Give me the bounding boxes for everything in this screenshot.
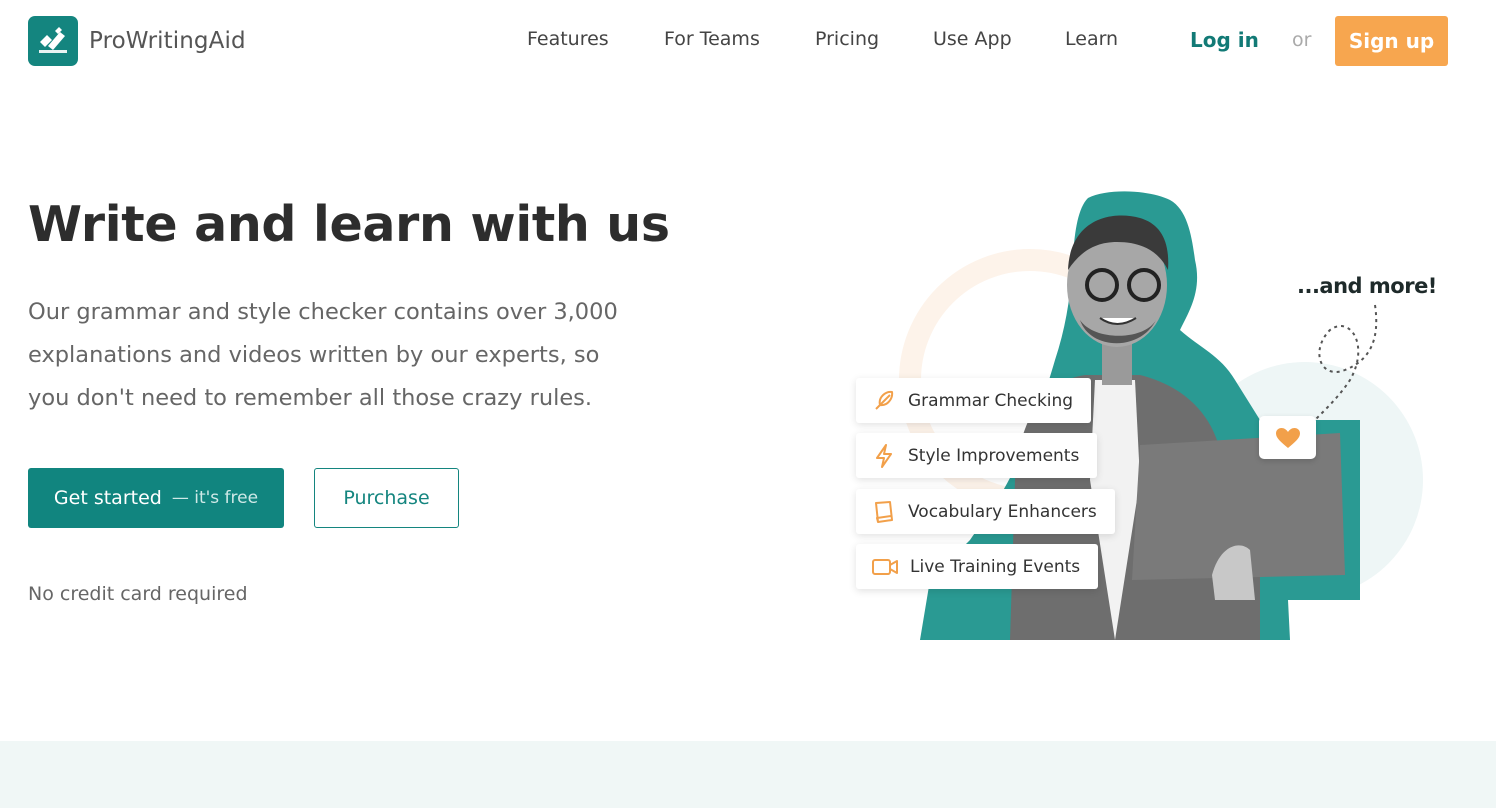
free-note: — it's free	[171, 488, 259, 508]
nav-use-app[interactable]: Use App	[933, 28, 1012, 50]
or-separator: or	[1292, 29, 1312, 51]
brand-name: ProWritingAid	[89, 28, 246, 54]
hero-subtitle: Our grammar and style checker contains o…	[28, 299, 618, 411]
feature-label: Live Training Events	[910, 556, 1081, 577]
logo-link[interactable]: ProWritingAid	[28, 16, 246, 66]
book-icon	[875, 500, 893, 523]
signup-button[interactable]: Sign up	[1335, 16, 1448, 66]
logo-icon	[28, 16, 78, 66]
nav-learn[interactable]: Learn	[1065, 28, 1118, 50]
feature-label: Style Improvements	[908, 445, 1080, 466]
heart-card	[1259, 416, 1316, 459]
feature-vocabulary-enhancers: Vocabulary Enhancers	[856, 489, 1115, 534]
nav-features[interactable]: Features	[527, 28, 609, 50]
nav-pricing[interactable]: Pricing	[815, 28, 879, 50]
feature-style-improvements: Style Improvements	[856, 433, 1098, 478]
get-started-button[interactable]: Get started — it's free	[28, 468, 284, 528]
login-link[interactable]: Log in	[1190, 28, 1259, 52]
site-header: ProWritingAid Features For Teams Pricing…	[0, 0, 1496, 82]
hero-title: Write and learn with us	[28, 196, 670, 253]
lightning-icon	[876, 443, 892, 468]
feature-label: Grammar Checking	[908, 390, 1074, 411]
no-credit-card-note: No credit card required	[28, 583, 248, 605]
feature-live-training-events: Live Training Events	[856, 544, 1099, 589]
feather-icon	[875, 390, 894, 410]
get-started-label: Get started	[53, 487, 162, 509]
heart-icon	[1275, 427, 1300, 448]
and-more-text: ...and more!	[1297, 274, 1437, 298]
bottom-band	[0, 741, 1496, 808]
purchase-button[interactable]: Purchase	[314, 468, 459, 528]
nav-for-teams[interactable]: For Teams	[664, 28, 760, 50]
video-camera-icon	[872, 558, 898, 575]
feature-label: Vocabulary Enhancers	[908, 501, 1097, 522]
feature-grammar-checking: Grammar Checking	[856, 378, 1092, 423]
